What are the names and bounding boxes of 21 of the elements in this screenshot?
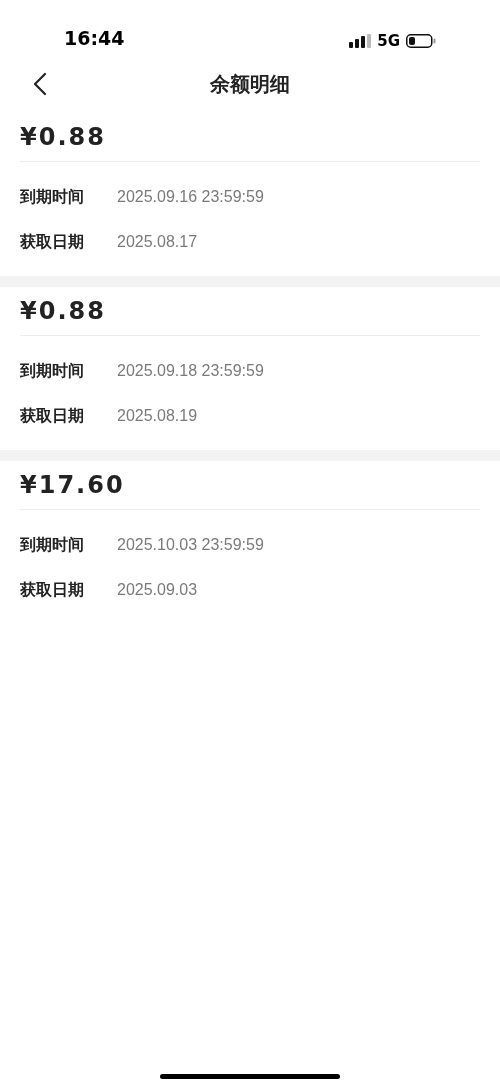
field-value: 2025.09.03 xyxy=(117,579,198,600)
field-value: 2025.09.18 23:59:59 xyxy=(117,360,264,381)
page-title: 余额明细 xyxy=(210,71,290,98)
field-label: 到期时间 xyxy=(20,533,85,556)
amount: ¥0.88 xyxy=(20,296,106,327)
field-label: 到期时间 xyxy=(20,359,85,382)
field-value: 2025.10.03 23:59:59 xyxy=(117,534,264,555)
field-label: 获取日期 xyxy=(20,230,85,253)
amount: ¥17.60 xyxy=(20,470,125,501)
field-label: 获取日期 xyxy=(20,404,85,427)
field-value: 2025.08.19 xyxy=(117,405,198,426)
battery-icon xyxy=(406,33,436,48)
network-label: 5G xyxy=(377,30,400,52)
field-label: 到期时间 xyxy=(20,185,85,208)
field-label: 获取日期 xyxy=(20,578,85,601)
status-time: 16:44 xyxy=(64,25,125,51)
back-icon xyxy=(33,72,47,96)
field-value: 2025.09.16 23:59:59 xyxy=(117,186,264,207)
amount: ¥0.88 xyxy=(20,122,106,153)
field-value: 2025.08.17 xyxy=(117,231,198,252)
signal-icon xyxy=(349,33,372,48)
